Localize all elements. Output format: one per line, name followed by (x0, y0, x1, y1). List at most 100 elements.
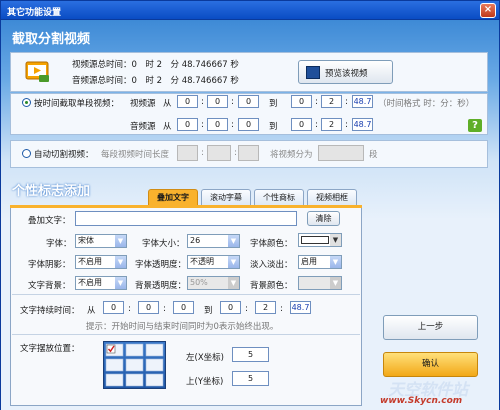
bg-trans-value: 50% (190, 278, 208, 287)
chevron-down-icon: ▼ (330, 234, 341, 246)
audio-from-hour[interactable]: 0 (177, 118, 198, 131)
chevron-down-icon: ▼ (115, 277, 126, 289)
confirm-button[interactable]: 确认 (383, 352, 478, 377)
audio-to-label: 到 (269, 122, 278, 132)
shadow-value: 不启用 (78, 257, 102, 266)
chevron-down-icon: ▼ (228, 235, 239, 247)
font-color-label: 字体颜色： (250, 239, 293, 249)
video-total-time: 视频源总时间：0 时 2 分 48.746667 秒 (72, 60, 239, 70)
split-into-label: 将视频分为 (270, 150, 313, 160)
audio-from-label: 从 (163, 122, 172, 132)
watermark-url: www.Skycn.com (380, 396, 463, 406)
position-grid[interactable] (103, 341, 166, 389)
video-src-label: 视频源 (130, 99, 156, 109)
duration-to-sec[interactable]: 48.7 (290, 301, 311, 314)
bg-color-label: 背景颜色： (250, 281, 293, 291)
close-button[interactable]: × (480, 3, 496, 18)
fade-value: 启用 (301, 257, 317, 266)
video-folder-icon (24, 56, 52, 84)
left-x-input[interactable]: 5 (232, 347, 269, 362)
audio-from-min[interactable]: 0 (207, 118, 228, 131)
font-select[interactable]: 宋体 ▼ (75, 234, 127, 248)
preview-video-label: 预览该视频 (325, 69, 368, 79)
divider (12, 334, 360, 335)
bg-color-picker[interactable]: ▼ (298, 276, 342, 290)
overlay-text-label: 叠加文字： (28, 216, 71, 226)
chevron-down-icon: ▼ (228, 277, 239, 289)
duration-to-min[interactable]: 2 (255, 301, 276, 314)
transparency-select[interactable]: 不透明 ▼ (187, 255, 240, 269)
radio-auto-mode[interactable] (22, 149, 31, 158)
bg-trans-label: 背景透明度： (135, 281, 187, 291)
tab-scroll-subtitle[interactable]: 滚动字幕 (201, 189, 251, 206)
video-to-label: 到 (269, 99, 278, 109)
overlay-text-input[interactable] (75, 211, 297, 226)
audio-src-label: 音频源 (130, 122, 156, 132)
segment-min[interactable] (207, 145, 231, 161)
divider (12, 294, 360, 295)
shadow-label: 字体阴影： (28, 260, 71, 270)
video-from-min[interactable]: 0 (207, 95, 228, 108)
video-to-sec[interactable]: 48.7 (352, 95, 373, 108)
video-to-min[interactable]: 2 (321, 95, 342, 108)
tab-overlay-text[interactable]: 叠加文字 (148, 189, 198, 206)
top-y-label: 上(Y坐标) (186, 377, 224, 387)
previous-step-button[interactable]: 上一步 (383, 315, 478, 340)
radio-time-mode[interactable] (22, 98, 31, 107)
segment-sec[interactable] (238, 145, 259, 161)
font-color-picker[interactable]: ▼ (298, 233, 342, 247)
segment-length-label: 每段视频时间长度 (101, 150, 170, 160)
text-bg-value: 不启用 (78, 278, 102, 287)
duration-to-label: 到 (204, 306, 213, 316)
chevron-down-icon: ▼ (228, 256, 239, 268)
duration-label: 文字持续时间： (20, 306, 80, 316)
auto-mode-label: 自动切割视频： (34, 150, 94, 160)
audio-to-hour[interactable]: 0 (291, 118, 312, 131)
color-swatch (301, 236, 329, 244)
audio-from-sec[interactable]: 0 (238, 118, 259, 131)
clear-button[interactable]: 清除 (307, 211, 340, 226)
chevron-down-icon: ▼ (330, 277, 341, 289)
segment-hour[interactable] (177, 145, 198, 161)
duration-from-sec[interactable]: 0 (173, 301, 194, 314)
duration-from-min[interactable]: 0 (138, 301, 159, 314)
left-x-label: 左(X坐标) (186, 353, 224, 363)
font-size-select[interactable]: 26 ▼ (187, 234, 240, 248)
tab-video-frame[interactable]: 视频相框 (307, 189, 357, 206)
transparency-value: 不透明 (190, 257, 214, 266)
video-from-sec[interactable]: 0 (238, 95, 259, 108)
preview-video-button[interactable]: 预览该视频 (298, 60, 393, 84)
video-to-hour[interactable]: 0 (291, 95, 312, 108)
video-from-label: 从 (163, 99, 172, 109)
font-size-label: 字体大小： (142, 239, 185, 249)
text-bg-label: 文字背景： (28, 281, 71, 291)
shadow-select[interactable]: 不启用 ▼ (75, 255, 127, 269)
text-bg-select[interactable]: 不启用 ▼ (75, 276, 127, 290)
section-title-logo: 个性标志添加 (12, 184, 91, 199)
tab-custom-logo[interactable]: 个性商标 (254, 189, 304, 206)
help-icon[interactable]: ? (468, 119, 482, 132)
chevron-down-icon: ▼ (115, 235, 126, 247)
transparency-label: 字体透明度： (135, 260, 187, 270)
film-icon (306, 66, 320, 79)
chevron-down-icon: ▼ (330, 256, 341, 268)
duration-tip: 提示：开始时间与结束时间同时为0表示始终出现。 (86, 322, 279, 332)
font-size-value: 26 (190, 236, 201, 245)
video-from-hour[interactable]: 0 (177, 95, 198, 108)
duration-to-hour[interactable]: 0 (220, 301, 241, 314)
font-value: 宋体 (78, 236, 94, 245)
segment-count[interactable] (318, 145, 364, 161)
position-label: 文字摆放位置： (20, 344, 80, 354)
bg-trans-select[interactable]: 50% ▼ (187, 276, 240, 290)
fade-select[interactable]: 启用 ▼ (298, 255, 342, 269)
audio-to-min[interactable]: 2 (321, 118, 342, 131)
duration-from-hour[interactable]: 0 (103, 301, 124, 314)
duration-from-label: 从 (87, 306, 96, 316)
chevron-down-icon: ▼ (115, 256, 126, 268)
audio-total-time: 音频源总时间：0 时 2 分 48.746667 秒 (72, 76, 239, 86)
audio-to-sec[interactable]: 48.7 (352, 118, 373, 131)
font-label: 字体： (46, 239, 72, 249)
top-y-input[interactable]: 5 (232, 371, 269, 386)
time-mode-label: 按时间截取单段视频： (34, 99, 120, 109)
segments-unit-label: 段 (369, 150, 378, 160)
